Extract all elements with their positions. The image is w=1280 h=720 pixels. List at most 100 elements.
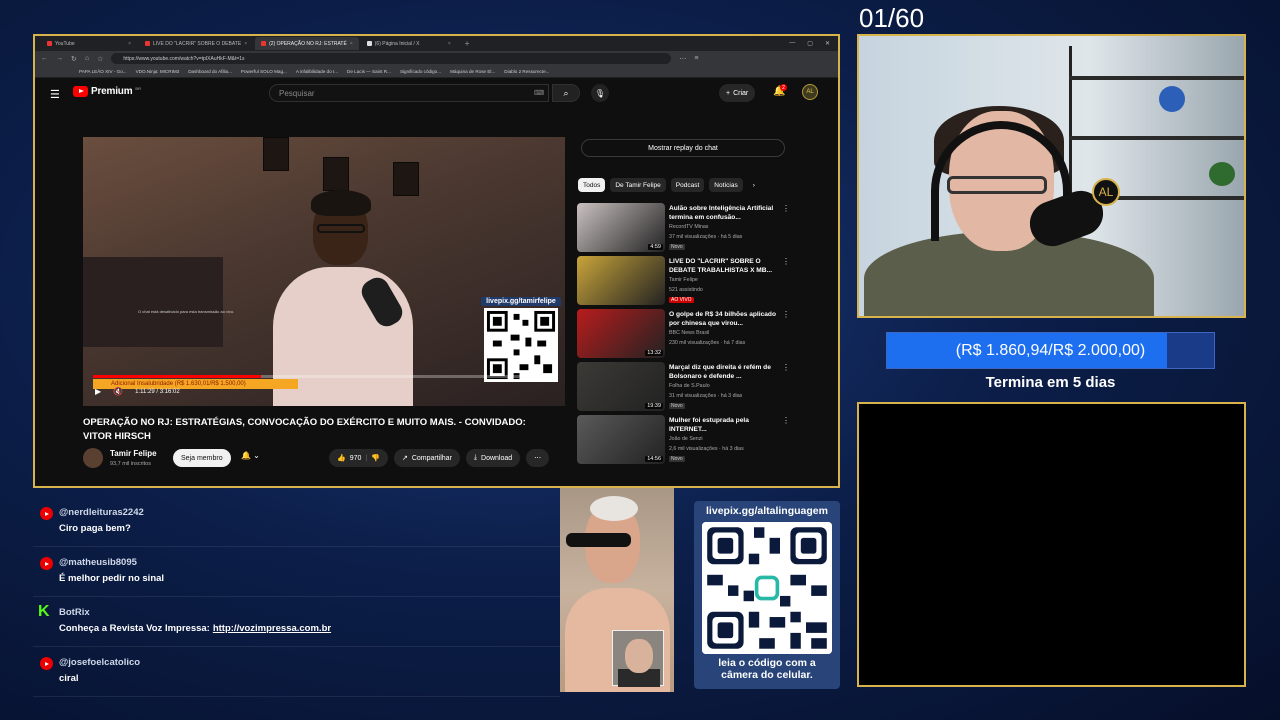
bookmark-item[interactable]: Dashboard do Afilia... bbox=[188, 69, 232, 74]
bookmark-item[interactable]: A infalibilidade do I... bbox=[296, 69, 338, 74]
more-icon: ⋯ bbox=[534, 455, 542, 462]
related-video-title[interactable]: LIVE DO "LACRIR" SOBRE O DEBATE TRABALHI… bbox=[669, 257, 784, 275]
goal-ends-text: Termina em 5 dias bbox=[985, 374, 1116, 391]
video-progress-bar[interactable] bbox=[93, 375, 555, 378]
related-video-meta: 521 assistindo bbox=[669, 287, 703, 293]
thumbs-down-icon[interactable]: 👎 bbox=[371, 454, 380, 462]
more-options-icon[interactable]: ⋮ bbox=[782, 310, 790, 319]
menu-icon[interactable]: ≡ bbox=[694, 55, 698, 62]
chevron-right-icon[interactable]: › bbox=[748, 178, 760, 192]
close-tab-icon[interactable]: × bbox=[244, 41, 247, 47]
filter-chips: Todos De Tamir Felipe Podcast Notícias › bbox=[578, 178, 760, 192]
host-glasses bbox=[317, 224, 365, 233]
globe bbox=[1159, 86, 1185, 112]
download-button[interactable]: ⤓ Download bbox=[465, 449, 521, 467]
close-tab-icon[interactable]: × bbox=[128, 41, 131, 47]
more-options-icon[interactable]: ⋮ bbox=[782, 416, 790, 425]
youtube-play-logo-icon bbox=[73, 86, 88, 97]
more-options-icon[interactable]: ⋮ bbox=[782, 363, 790, 372]
more-actions-button[interactable]: ⋯ bbox=[526, 449, 550, 467]
related-video-channel: BBC News Brasil bbox=[669, 330, 710, 336]
related-video-item[interactable]: 14:56 Mulher foi estuprada pela INTERNET.… bbox=[577, 415, 832, 468]
video-thumbnail[interactable]: 13:32 bbox=[577, 309, 665, 358]
hamburger-menu-icon[interactable]: ☰ bbox=[50, 88, 60, 101]
search-input[interactable]: Pesquisar bbox=[269, 84, 549, 102]
video-time: 1:11:29 / 3:16:02 bbox=[135, 388, 180, 395]
window-controls: — ▢ ✕ bbox=[789, 40, 838, 47]
chat-disabled-hint: O chat está desativado para esta transmi… bbox=[138, 309, 235, 314]
extensions-icon[interactable]: ⋯ bbox=[679, 55, 686, 63]
related-video-item[interactable]: 4:59 Aulão sobre Inteligência Artificial … bbox=[577, 203, 832, 256]
back-icon[interactable]: ← bbox=[41, 55, 48, 62]
chip-news[interactable]: Notícias bbox=[709, 178, 743, 192]
bookmark-item[interactable]: Diablo 2 Ressurecte... bbox=[504, 69, 549, 74]
subscription-bell-icon[interactable]: 🔔 ⌄ bbox=[241, 451, 260, 460]
related-video-title[interactable]: Aulão sobre Inteligência Artificial term… bbox=[669, 204, 784, 222]
bookmark-item[interactable]: Significado código... bbox=[400, 69, 441, 74]
show-chat-replay-button[interactable]: Mostrar replay do chat bbox=[581, 139, 785, 157]
forward-icon[interactable]: → bbox=[56, 55, 63, 62]
join-button[interactable]: Seja membro bbox=[173, 449, 231, 467]
more-options-icon[interactable]: ⋮ bbox=[782, 257, 790, 266]
reload-icon[interactable]: ↻ bbox=[71, 55, 77, 63]
chat-username: BotRix bbox=[59, 607, 90, 618]
kick-icon: K bbox=[38, 603, 50, 620]
tab-x-home[interactable]: (6) Página Inicial / X × bbox=[361, 37, 457, 50]
close-window-icon[interactable]: ✕ bbox=[825, 40, 830, 47]
bookmark-item[interactable]: De Lacis — Saint R... bbox=[347, 69, 391, 74]
empty-panel bbox=[857, 402, 1246, 687]
like-button[interactable]: 👍 970 | 👎 bbox=[329, 449, 388, 467]
more-options-icon[interactable]: ⋮ bbox=[782, 204, 790, 213]
bookmark-item[interactable]: Powerful SOLO Mag... bbox=[241, 69, 287, 74]
related-video-title[interactable]: Marçal diz que direita é refém de Bolson… bbox=[669, 363, 784, 381]
tab-bar: YouTube × LIVE DO "LACRIR" SOBRE O DEBATE… bbox=[35, 36, 838, 51]
bookmark-item[interactable]: PAPA LEÃO XIV - Go... bbox=[79, 69, 127, 74]
video-player[interactable]: O chat está desativado para esta transmi… bbox=[83, 137, 565, 406]
video-duration: 19:39 bbox=[645, 403, 663, 409]
related-video-item[interactable]: 13:32 O golpe de R$ 34 bilhões aplicado p… bbox=[577, 309, 832, 362]
close-tab-icon[interactable]: × bbox=[350, 41, 353, 47]
channel-name[interactable]: Tamir Felipe bbox=[110, 449, 157, 458]
video-thumbnail[interactable]: 19:39 bbox=[577, 362, 665, 411]
voice-search-button[interactable]: 🎙 bbox=[591, 84, 609, 102]
bookmark-star-icon[interactable]: ☆ bbox=[97, 55, 103, 63]
video-thumbnail[interactable]: 4:59 bbox=[577, 203, 665, 252]
chip-all[interactable]: Todos bbox=[578, 178, 606, 192]
youtube-favicon-icon bbox=[145, 41, 150, 46]
url-field[interactable]: https://www.youtube.com/watch?v=tpIXAuHk… bbox=[111, 53, 672, 64]
chat-message: @josefoelcatolico ciral bbox=[33, 647, 560, 697]
bookmark-item[interactable]: VDO.Ninja: MICRIM3 bbox=[136, 69, 180, 74]
inset-photo bbox=[612, 630, 664, 687]
home-icon[interactable]: ⌂ bbox=[85, 55, 89, 62]
close-tab-icon[interactable]: × bbox=[448, 41, 451, 47]
play-icon[interactable]: ▶ bbox=[95, 387, 101, 396]
mute-icon[interactable]: 🔇 bbox=[113, 387, 123, 396]
related-video-item[interactable]: LIVE DO "LACRIR" SOBRE O DEBATE TRABALHI… bbox=[577, 256, 832, 309]
related-video-item[interactable]: 19:39 Marçal diz que direita é refém de B… bbox=[577, 362, 832, 415]
video-thumbnail[interactable]: 14:56 bbox=[577, 415, 665, 464]
related-video-title[interactable]: Mulher foi estuprada pela INTERNET... bbox=[669, 416, 784, 434]
create-button[interactable]: + Criar bbox=[719, 84, 756, 102]
x-favicon-icon bbox=[366, 41, 372, 46]
tab-live-lacrir[interactable]: LIVE DO "LACRIR" SOBRE O DEBATE × bbox=[139, 37, 253, 50]
chat-link[interactable]: http://vozimpressa.com.br bbox=[213, 623, 331, 634]
player-qr-url: livepix.gg/tamirfelipe bbox=[481, 297, 561, 306]
search-button[interactable]: ⌕ bbox=[552, 84, 580, 102]
bookmark-item[interactable]: Máquina de Rose El... bbox=[450, 69, 495, 74]
minimize-icon[interactable]: — bbox=[789, 40, 795, 47]
account-avatar[interactable]: AL bbox=[802, 84, 818, 100]
video-duration: 13:32 bbox=[645, 350, 663, 356]
keyboard-icon[interactable]: ⌨ bbox=[534, 89, 544, 97]
chip-channel[interactable]: De Tamir Felipe bbox=[610, 178, 666, 192]
share-button[interactable]: ↗ Compartilhar bbox=[393, 449, 460, 467]
maximize-icon[interactable]: ▢ bbox=[807, 40, 813, 47]
chip-podcast[interactable]: Podcast bbox=[670, 178, 705, 192]
youtube-logo[interactable]: Premium BR bbox=[73, 86, 141, 97]
related-video-title[interactable]: O golpe de R$ 34 bilhões aplicado por ch… bbox=[669, 310, 784, 328]
video-thumbnail[interactable] bbox=[577, 256, 665, 305]
tab-youtube[interactable]: YouTube × bbox=[41, 37, 137, 50]
tab-operacao-rj[interactable]: (2) OPERAÇÃO NO RJ: ESTRATÉ × bbox=[255, 37, 359, 50]
new-tab-button[interactable]: + bbox=[465, 39, 470, 48]
channel-avatar[interactable] bbox=[83, 448, 103, 468]
subscriber-count: 93,7 mil inscritos bbox=[110, 461, 151, 467]
